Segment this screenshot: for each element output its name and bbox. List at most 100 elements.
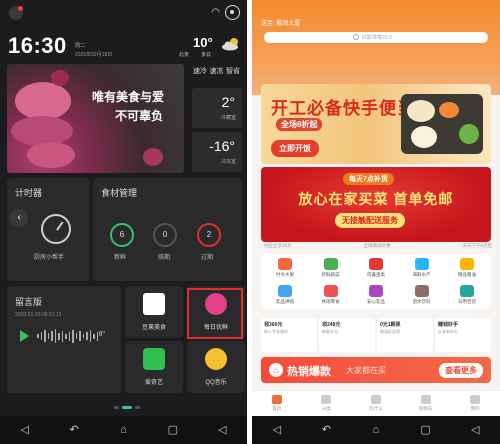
raspberry-image [51, 70, 69, 86]
lunchbox-image [401, 94, 483, 154]
header-background [252, 0, 500, 95]
partly-cloudy-icon [222, 38, 238, 51]
fridge-zone-freezer[interactable]: -16° 冷冻室 [192, 132, 242, 172]
message-board-card[interactable]: 留言版 2020-01-20 09:01:13 8" [7, 286, 121, 393]
timer-card[interactable]: 计时器 厨房小帮手 [7, 178, 90, 281]
freezer-temp: -16° [209, 138, 235, 154]
macaron-image [15, 82, 71, 120]
tab-label: 吃什么 [369, 406, 383, 411]
notification-bell-icon[interactable] [9, 6, 23, 20]
tab-label: 购物车 [418, 406, 433, 411]
category-item[interactable]: 精品粮油 [445, 256, 489, 282]
category-icon [278, 285, 292, 297]
category-icon [323, 285, 338, 297]
service-badge: 天天下午5点后 [462, 243, 492, 248]
home-icon[interactable]: ⌂ [368, 423, 384, 437]
chevron-left-icon[interactable]: ‹ [10, 209, 28, 227]
page-dot [135, 406, 140, 409]
page-indicator [114, 406, 140, 409]
what-to-eat-tab-icon [370, 395, 381, 404]
service-badge: 全场满减优惠 [363, 243, 391, 248]
category-item[interactable]: 时令水果 [263, 256, 307, 282]
volume-down-icon[interactable]: ◁ [17, 423, 33, 437]
promo-sub: 邀请好友得 [380, 329, 400, 334]
app-tile-iqiyi[interactable]: 爱奇艺 [125, 341, 183, 393]
food-management-card[interactable]: 食材管理 6 新鲜 0 临期 2 过期 [93, 178, 242, 281]
banner2-button[interactable]: 无接触配送服务 [335, 213, 405, 228]
page-dot-active [122, 406, 132, 409]
category-item[interactable]: 安心乳品 [354, 283, 398, 309]
tab-category[interactable]: 分类 [306, 391, 346, 417]
timer-dial-icon [41, 214, 71, 244]
tab-home[interactable]: 首页 [257, 391, 297, 417]
delivery-location[interactable]: 送至: 鹏润大厦 [261, 18, 300, 27]
category-label: 乳品烘焙 [276, 299, 294, 304]
fresh-count-ring: 6 [110, 223, 134, 247]
category-label: 精品粮油 [458, 272, 476, 277]
home-tab-icon [271, 395, 282, 404]
view-more-button[interactable]: 查看更多 [439, 363, 483, 378]
promo-banner-lunchbox[interactable]: 开工必备快手便当 全场8折起 立即开饭 [261, 84, 491, 164]
quick-mode-rapid-freeze[interactable]: 速冻 [210, 66, 224, 76]
category-label: 安心乳品 [367, 299, 385, 304]
douguo-app-icon [143, 293, 165, 315]
category-item[interactable]: 休闲零食 [309, 283, 353, 309]
category-item[interactable]: 海鲜水产 [400, 256, 444, 282]
play-icon[interactable] [20, 330, 29, 342]
promo-card[interactable]: 赚钱好手 分享有好礼 [435, 318, 491, 352]
category-label: 肉禽蛋类 [367, 272, 385, 277]
app-tile-qqmusic[interactable]: QQ音乐 [187, 341, 245, 393]
app-tile-douguo[interactable]: 豆果美食 [125, 286, 183, 338]
weekday: 周二 [75, 43, 86, 49]
expiring-label: 临期 [158, 255, 171, 261]
banner1-button[interactable]: 立即开饭 [271, 140, 319, 157]
quick-mode-smart-save[interactable]: 智省 [226, 66, 240, 76]
recent-apps-icon[interactable]: ▢ [165, 423, 181, 437]
expired-label: 过期 [201, 255, 214, 261]
category-item[interactable]: 新鲜蔬菜 [309, 256, 353, 282]
back-icon[interactable]: ↶ [66, 423, 82, 437]
tab-profile[interactable]: 我的 [455, 391, 495, 417]
tab-what-to-eat[interactable]: 吃什么 [356, 391, 396, 417]
hot-sales-subtitle: 大家都在买 [346, 366, 386, 375]
settings-gear-icon[interactable] [225, 5, 240, 20]
recent-apps-icon[interactable]: ▢ [418, 423, 434, 437]
category-tab-icon [321, 395, 332, 404]
category-item[interactable]: 酒水饮料 [400, 283, 444, 309]
tab-label: 首页 [272, 406, 282, 411]
macaron-image [27, 142, 75, 168]
quick-mode-rapid-cool[interactable]: 速冷 [193, 66, 207, 76]
service-badges: 坑位立享39元 全场满减优惠 天天下午5点后 [264, 243, 492, 249]
outdoor-temperature: 10° [193, 35, 213, 50]
category-label: 时令水果 [276, 272, 294, 277]
tab-label: 我的 [470, 406, 480, 411]
volume-up-icon[interactable]: ◁ [214, 423, 230, 437]
promo-card[interactable]: 0元1颗果 邀请好友得 [377, 318, 433, 352]
promo-card[interactable]: 领366元 新人专享福利 [261, 318, 317, 352]
tab-cart[interactable]: 购物车 [406, 391, 446, 417]
category-icon [323, 258, 338, 270]
back-icon[interactable]: ↶ [318, 423, 334, 437]
missfresh-app-screen: 送至: 鹏润大厦 红颜草莓29.9 开工必备快手便当 全场8折起 立即开饭 每天… [252, 0, 500, 444]
banner2-main: 放心在家买菜 首单免邮 [298, 191, 454, 207]
notification-dot [18, 6, 23, 11]
cart-tab-icon [420, 395, 431, 404]
highlight-box [187, 288, 243, 339]
search-bar[interactable]: 红颜草莓29.9 [264, 32, 488, 43]
food-photo-card[interactable]: 唯有美食与爱 不可辜负 [7, 64, 184, 173]
home-icon[interactable]: ⌂ [115, 423, 131, 437]
expiring-count-ring: 0 [153, 223, 177, 247]
category-label: 酒水饮料 [412, 299, 431, 304]
category-item[interactable]: 日用百货 [445, 283, 489, 309]
promo-strip: 领366元 新人专享福利 领248元 新客礼包 0元1颗果 邀请好友得 赚钱好手… [261, 318, 491, 352]
wifi-icon: ◠ [211, 7, 220, 18]
fresh-label: 新鲜 [114, 255, 127, 261]
fridge-zone-refrigerator[interactable]: 2° 冷藏室 [192, 88, 242, 128]
volume-down-icon[interactable]: ◁ [269, 423, 285, 437]
promo-banner-home-delivery[interactable]: 每天7点补货 放心在家买菜 首单免邮 无接触配送服务 [261, 167, 491, 242]
category-item[interactable]: 乳品烘焙 [263, 283, 307, 309]
category-label: 休闲零食 [321, 299, 340, 304]
volume-up-icon[interactable]: ◁ [467, 423, 483, 437]
promo-card[interactable]: 领248元 新客礼包 [319, 318, 375, 352]
category-item[interactable]: 肉禽蛋类 [354, 256, 398, 282]
